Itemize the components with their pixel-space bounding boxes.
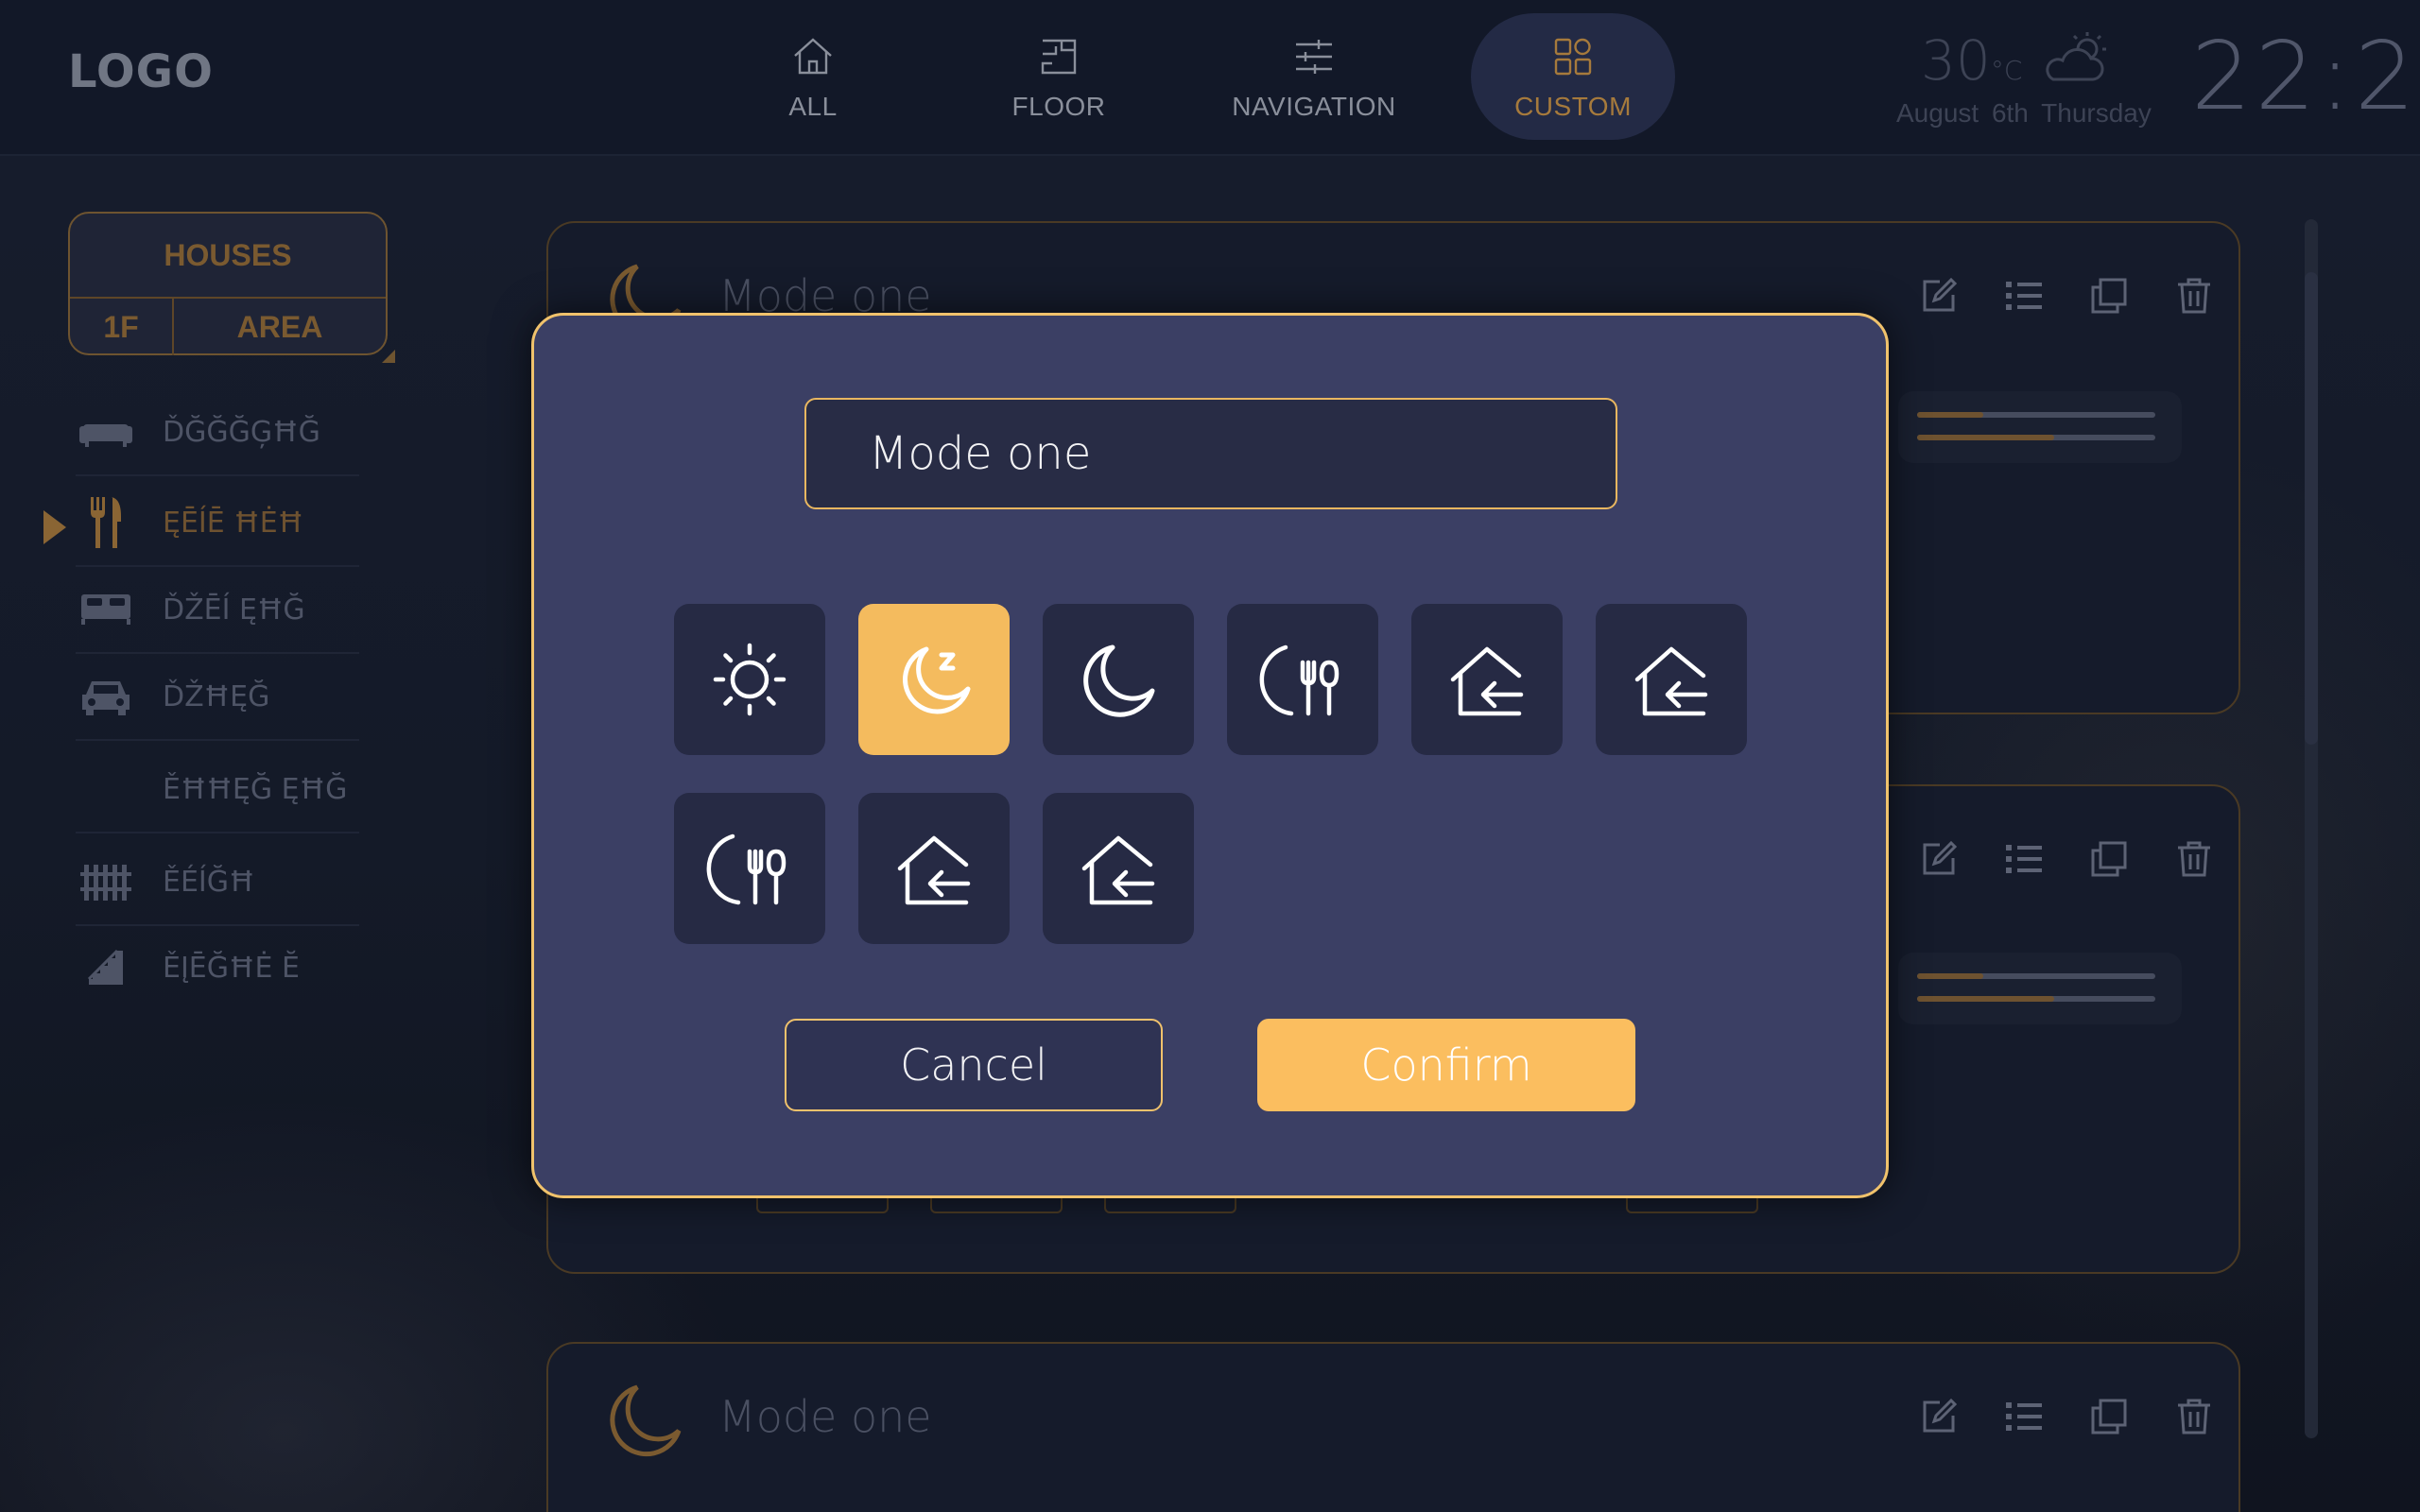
delete-icon[interactable] [2174, 1397, 2214, 1436]
fence-icon [76, 859, 136, 904]
nav-tab-all[interactable]: ALL [756, 13, 870, 140]
moon-sleep-icon [903, 646, 971, 714]
date-text: August 6th Thursday [1896, 98, 2152, 128]
mode-title: Mode one [718, 1391, 932, 1442]
mode-edit-dialog: Cancel Confirm [531, 313, 1889, 1198]
sidebar-item-dining[interactable]: ĘĒÍĒ ĦĖĦ [76, 480, 359, 567]
edit-icon[interactable] [1919, 1397, 1959, 1436]
active-indicator-icon [43, 510, 66, 544]
sidebar-item-garage[interactable]: ĎŽĦĘĞ [76, 654, 359, 741]
nav-tab-custom[interactable]: CUSTOM [1471, 13, 1675, 140]
confirm-button[interactable]: Confirm [1257, 1019, 1635, 1111]
sidebar-item-study[interactable]: ĚĦĦĘĞ ĘĦĞ [76, 747, 359, 833]
delete-icon[interactable] [2174, 276, 2214, 316]
corner-mark [382, 350, 395, 363]
sidebar-item-stairs[interactable]: ĚĮĒĞĦĖ Ĕ [76, 924, 359, 1011]
copy-icon[interactable] [2089, 276, 2129, 316]
partly-cloudy-icon [2046, 32, 2106, 81]
weather-widget: 30°C August 6th Thursday [1891, 28, 2165, 132]
mode-card[interactable]: Mode one [546, 1342, 2240, 1512]
sidebar-item-garden[interactable]: ĚÉÍĞĦ [76, 839, 359, 926]
temperature: 30°C [1921, 28, 2023, 93]
stairs-icon [76, 945, 136, 990]
home-icon [794, 38, 832, 75]
home-return-icon [897, 835, 971, 905]
icon-option-sun[interactable] [674, 604, 825, 755]
nav-tab-navigation[interactable]: NAVIGATION [1229, 13, 1399, 140]
logo: LOGO [68, 45, 214, 98]
edit-icon[interactable] [1919, 839, 1959, 879]
floor-plan-icon [1041, 39, 1077, 75]
home-return-icon [1450, 646, 1524, 716]
slider-widget[interactable] [1898, 953, 2182, 1024]
icon-option-moon-sleep[interactable] [858, 604, 1010, 755]
grid-icon [1554, 38, 1592, 76]
card-actions [1919, 1397, 2214, 1436]
floor-selector[interactable]: 1F [70, 299, 174, 355]
moon-dining-icon [1259, 644, 1340, 716]
list-icon[interactable] [2004, 276, 2044, 316]
sidebar-item-bedroom[interactable]: ĎŽĒÍ ĘĦĞ [76, 567, 359, 654]
icon-option-home-return[interactable] [1411, 604, 1563, 755]
sliders-icon [1296, 40, 1332, 74]
icon-option-home-return[interactable] [858, 793, 1010, 944]
list-icon[interactable] [2004, 1397, 2044, 1436]
icon-option-home-return[interactable] [1596, 604, 1747, 755]
copy-icon[interactable] [2089, 1397, 2129, 1436]
copy-icon[interactable] [2089, 839, 2129, 879]
top-bar: LOGO ALL FLOOR NAVIGATION CUSTOM 30°C Au… [0, 0, 2420, 156]
slider-widget[interactable] [1898, 391, 2182, 463]
car-icon [76, 674, 136, 719]
bed-icon [76, 587, 136, 632]
icon-option-moon-dining[interactable] [674, 793, 825, 944]
scrollbar[interactable] [2305, 219, 2318, 1438]
mode-name-input[interactable] [804, 398, 1617, 509]
houses-label: HOUSES [70, 214, 386, 299]
sun-icon [713, 643, 786, 716]
scrollbar-thumb[interactable] [2305, 272, 2318, 745]
nav-tab-floor[interactable]: FLOOR [1002, 13, 1115, 140]
delete-icon[interactable] [2174, 839, 2214, 879]
dining-icon [76, 497, 136, 548]
icon-option-home-return[interactable] [1043, 793, 1194, 944]
houses-selector[interactable]: HOUSES 1F AREA [68, 212, 388, 355]
home-return-icon [1081, 835, 1155, 905]
icon-option-moon[interactable] [1043, 604, 1194, 755]
list-icon[interactable] [2004, 839, 2044, 879]
sidebar-item-living[interactable]: ĎĞĞĞĢĦĞ [76, 389, 359, 476]
clock: 22:21 [2191, 21, 2420, 131]
area-selector[interactable]: AREA [174, 299, 386, 355]
moon-icon [610, 1384, 682, 1457]
icon-option-moon-dining[interactable] [1227, 604, 1378, 755]
moon-dining-icon [706, 833, 786, 905]
home-return-icon [1634, 646, 1708, 716]
moon-icon [1083, 644, 1155, 717]
sofa-icon [76, 409, 136, 455]
card-actions [1919, 839, 2214, 879]
cancel-button[interactable]: Cancel [785, 1019, 1163, 1111]
edit-icon[interactable] [1919, 276, 1959, 316]
card-actions [1919, 276, 2214, 316]
